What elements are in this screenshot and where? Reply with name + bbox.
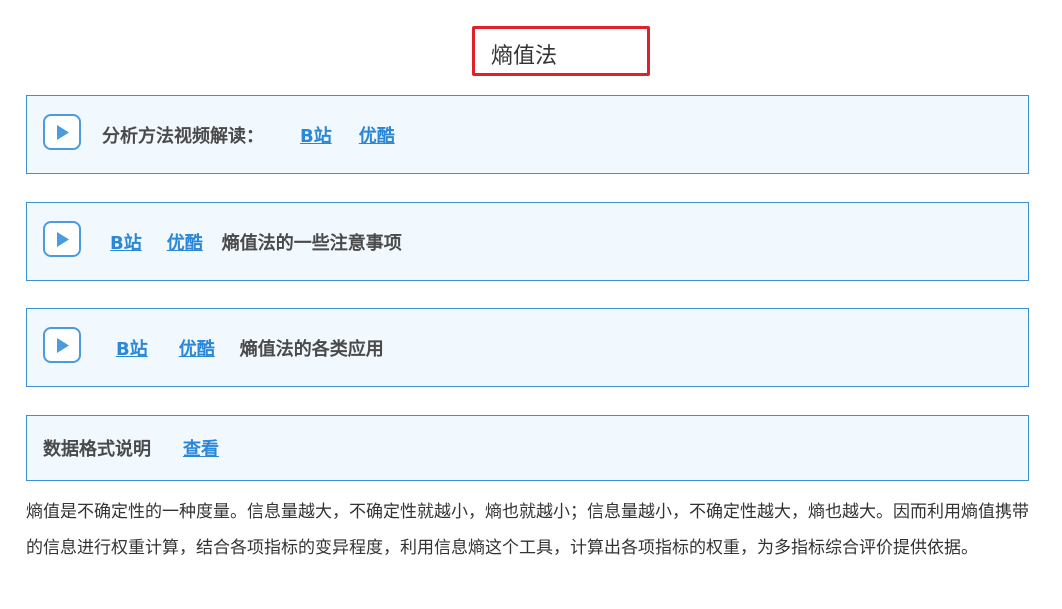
youku-link[interactable]: 优酷: [179, 335, 215, 361]
data-format-panel: 数据格式说明 查看: [26, 415, 1029, 481]
applications-video-panel: B站 优酷 熵值法的各类应用: [26, 308, 1029, 387]
bilibili-link[interactable]: B站: [110, 229, 142, 255]
youku-link[interactable]: 优酷: [167, 229, 203, 255]
description-text: 熵值是不确定性的一种度量。信息量越大，不确定性就越小，熵也就越小；信息量越小，不…: [26, 502, 1029, 558]
play-icon[interactable]: [43, 221, 81, 257]
video-explanation-panel: 分析方法视频解读： B站 优酷: [26, 95, 1029, 174]
data-format-label: 数据格式说明: [43, 439, 151, 460]
youku-link[interactable]: 优酷: [359, 122, 395, 148]
notes-video-label: 熵值法的一些注意事项: [221, 232, 402, 254]
title-highlight-box: 熵值法: [472, 26, 650, 76]
page-title: 熵值法: [491, 44, 558, 69]
notes-video-panel: B站 优酷 熵值法的一些注意事项: [26, 202, 1029, 281]
bilibili-link[interactable]: B站: [116, 335, 148, 361]
bilibili-link[interactable]: B站: [300, 122, 332, 148]
play-icon[interactable]: [43, 114, 81, 150]
page: 熵值法 分析方法视频解读： B站 优酷 B站 优酷 熵值法的一些注意事项 B站 …: [0, 0, 1062, 609]
applications-video-label: 熵值法的各类应用: [239, 338, 384, 360]
play-icon[interactable]: [43, 327, 81, 363]
video-explanation-label: 分析方法视频解读：: [102, 125, 264, 147]
view-link[interactable]: 查看: [183, 435, 219, 461]
